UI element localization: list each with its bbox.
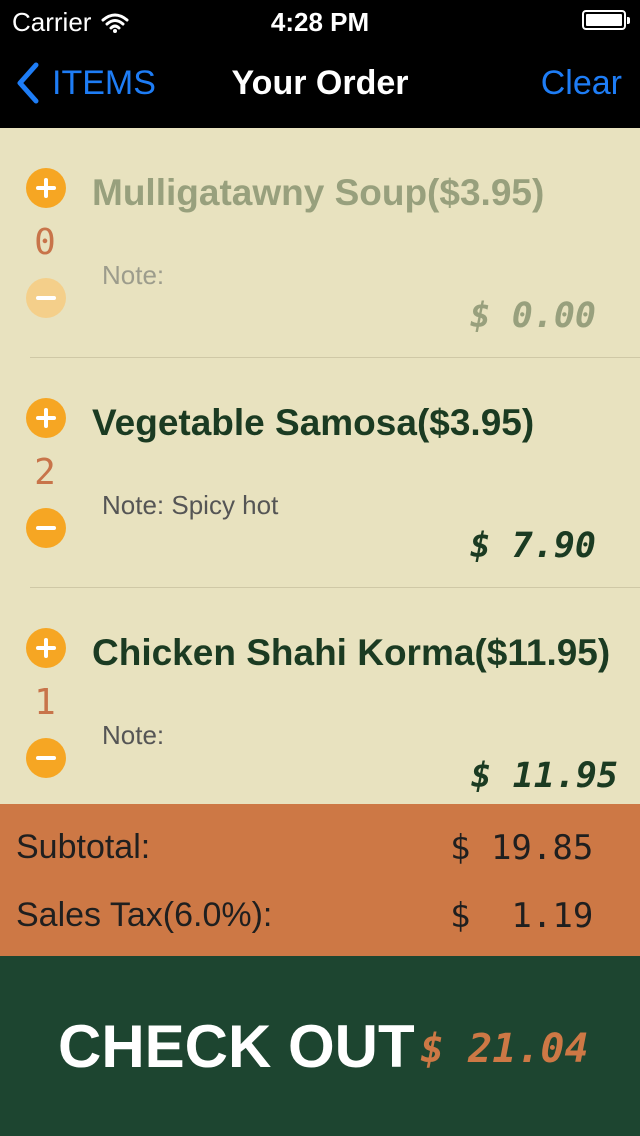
plus-icon[interactable]	[26, 168, 66, 208]
plus-icon[interactable]	[26, 398, 66, 438]
battery-icon	[582, 10, 630, 30]
status-time: 4:28 PM	[270, 7, 370, 37]
minus-icon[interactable]	[26, 738, 66, 778]
item-total: $ 11.95	[470, 756, 618, 796]
chevron-left-icon	[17, 62, 39, 104]
item-name: Vegetable Samosa($3.95)	[92, 402, 535, 443]
order-item: 1 Chicken Shahi Korma($11.95) Note: $ 11…	[0, 588, 640, 804]
tax-value: $ 1.19	[450, 896, 594, 936]
tax-label: Sales Tax(6.0%):	[16, 896, 273, 934]
back-button[interactable]: ITEMS	[16, 62, 156, 104]
item-total: $ 0.00	[469, 296, 596, 336]
item-name: Mulligatawny Soup($3.95)	[92, 172, 545, 213]
item-name: Chicken Shahi Korma($11.95)	[92, 632, 611, 673]
quantity-label: 0	[34, 222, 56, 263]
back-button-label: ITEMS	[52, 63, 156, 102]
quantity-label: 1	[34, 682, 56, 723]
order-list: 0 Mulligatawny Soup($3.95) Note: $ 0.00 …	[0, 128, 640, 804]
item-note[interactable]: Note: Spicy hot	[102, 490, 278, 521]
clear-button[interactable]: Clear	[541, 64, 622, 103]
minus-icon[interactable]	[26, 508, 66, 548]
subtotal-value: $ 19.85	[450, 828, 594, 868]
checkout-total: $ 21.04	[420, 1026, 589, 1072]
checkout-button[interactable]: CHECK OUT $ 21.04	[0, 956, 640, 1136]
item-total: $ 7.90	[469, 526, 596, 566]
order-item: 2 Vegetable Samosa($3.95) Note: Spicy ho…	[0, 358, 640, 588]
quantity-label: 2	[34, 452, 56, 493]
navigation-bar: ITEMS Your Order Clear	[0, 40, 640, 128]
minus-icon[interactable]	[26, 278, 66, 318]
item-note[interactable]: Note:	[102, 720, 164, 751]
status-bar: Carrier 4:28 PM	[0, 0, 640, 40]
checkout-label: CHECK OUT	[58, 1013, 415, 1080]
plus-icon[interactable]	[26, 628, 66, 668]
item-note[interactable]: Note:	[102, 260, 164, 291]
order-summary: Subtotal: $ 19.85 Sales Tax(6.0%): $ 1.1…	[0, 804, 640, 956]
subtotal-label: Subtotal:	[16, 828, 151, 866]
order-item: 0 Mulligatawny Soup($3.95) Note: $ 0.00	[0, 128, 640, 358]
